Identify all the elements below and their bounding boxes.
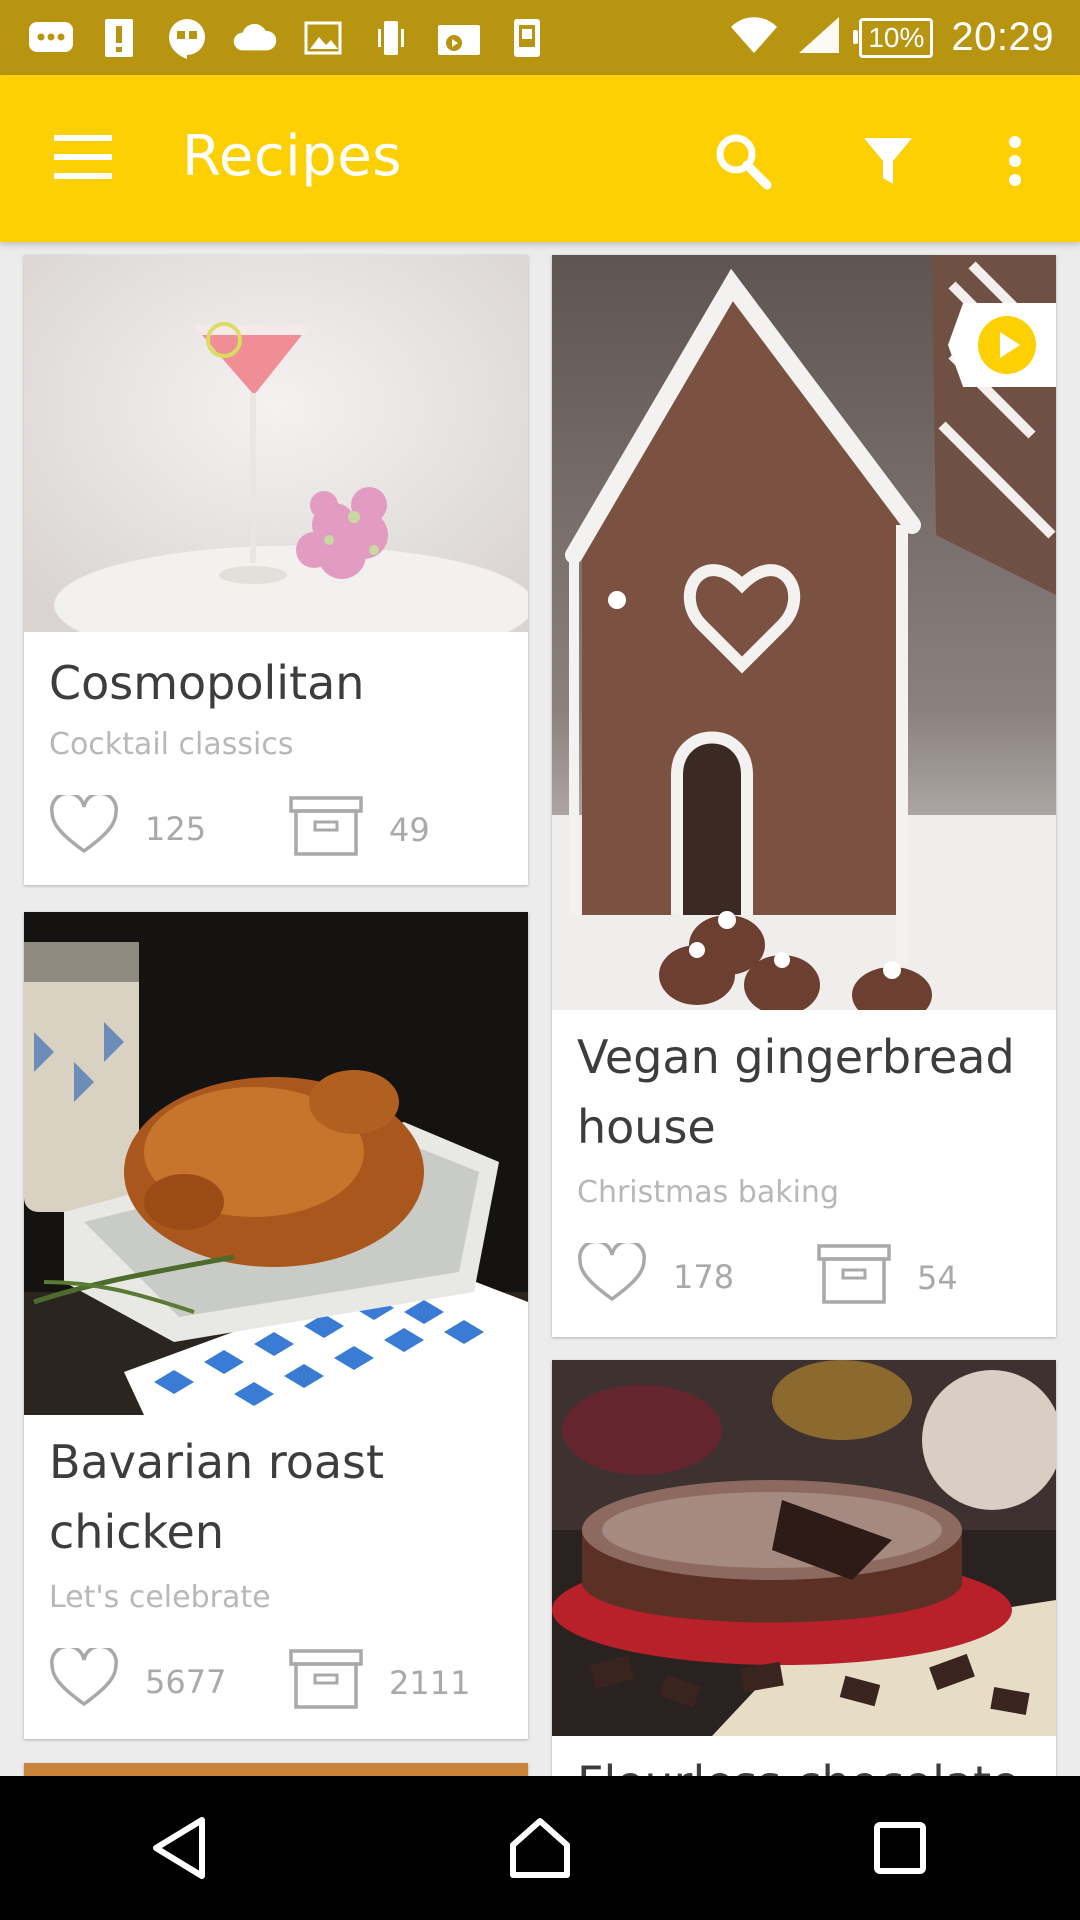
recents-icon[interactable]	[845, 1793, 955, 1903]
battery-indicator: 10%	[853, 17, 934, 58]
heart-icon	[49, 791, 119, 863]
app-bar: Recipes	[0, 75, 1080, 242]
wifi-icon	[729, 15, 779, 60]
page-title: Recipes	[182, 124, 402, 189]
recipe-category: Let's celebrate	[49, 1580, 271, 1615]
recipe-image	[552, 255, 1056, 1010]
cloud-icon	[232, 17, 278, 59]
recipe-image	[24, 1763, 528, 1776]
likes-stat[interactable]: 5677	[49, 1644, 227, 1716]
likes-stat[interactable]: 178	[577, 1239, 735, 1311]
archive-icon	[817, 1243, 891, 1313]
video-icon	[436, 17, 482, 59]
heart-icon	[577, 1239, 647, 1311]
recipe-title: Cosmopolitan	[49, 656, 365, 710]
saves-count: 2111	[389, 1664, 471, 1702]
clock: 20:29	[951, 15, 1054, 59]
saves-stat[interactable]: 54	[817, 1243, 958, 1313]
recipe-image	[24, 912, 528, 1415]
recipe-image	[24, 255, 528, 632]
recipe-category: Christmas baking	[577, 1175, 839, 1210]
recipe-image	[552, 1360, 1056, 1736]
likes-count: 125	[145, 810, 207, 848]
search-icon[interactable]	[713, 131, 773, 191]
signal-icon	[797, 15, 841, 60]
recipe-grid: Cosmopolitan Cocktail classics 125 49 Ve…	[0, 242, 1080, 1776]
phone-vibrate-icon	[368, 17, 414, 59]
likes-count: 178	[673, 1258, 735, 1296]
navigation-bar	[0, 1776, 1080, 1920]
recipe-card[interactable]: Flourless chocolate	[552, 1360, 1056, 1776]
back-icon[interactable]	[125, 1793, 235, 1903]
likes-stat[interactable]: 125	[49, 791, 207, 863]
play-icon	[978, 316, 1036, 374]
more-vert-icon[interactable]	[985, 131, 1045, 191]
saves-count: 49	[389, 811, 430, 849]
archive-icon	[289, 1648, 363, 1718]
filter-icon[interactable]	[858, 131, 918, 191]
home-icon[interactable]	[485, 1793, 595, 1903]
video-badge[interactable]	[948, 303, 1056, 387]
menu-icon[interactable]	[54, 135, 112, 179]
recipe-category: Cocktail classics	[49, 727, 294, 762]
image-icon	[300, 17, 346, 59]
archive-icon	[289, 795, 363, 865]
alert-icon	[96, 17, 142, 59]
recipe-card[interactable]	[24, 1763, 528, 1776]
saves-count: 54	[917, 1259, 958, 1297]
recipe-card[interactable]: Cosmopolitan Cocktail classics 125 49	[24, 255, 528, 885]
saves-stat[interactable]: 2111	[289, 1648, 470, 1718]
status-bar: 10% 20:29	[0, 0, 1080, 75]
recipe-card[interactable]: Bavarian roast chicken Let's celebrate 5…	[24, 912, 528, 1739]
recipe-title: Bavarian roast chicken	[49, 1435, 385, 1559]
hangouts-icon	[164, 17, 210, 59]
recipe-card[interactable]: Vegan gingerbread house Christmas baking…	[552, 255, 1056, 1337]
heart-icon	[49, 1644, 119, 1716]
tablet-icon	[504, 17, 550, 59]
recipe-title: Flourless chocolate	[577, 1748, 1031, 1776]
chat-bubble-icon	[28, 17, 74, 59]
saves-stat[interactable]: 49	[289, 795, 430, 865]
recipe-title: Vegan gingerbread house	[577, 1030, 1015, 1154]
likes-count: 5677	[145, 1663, 227, 1701]
